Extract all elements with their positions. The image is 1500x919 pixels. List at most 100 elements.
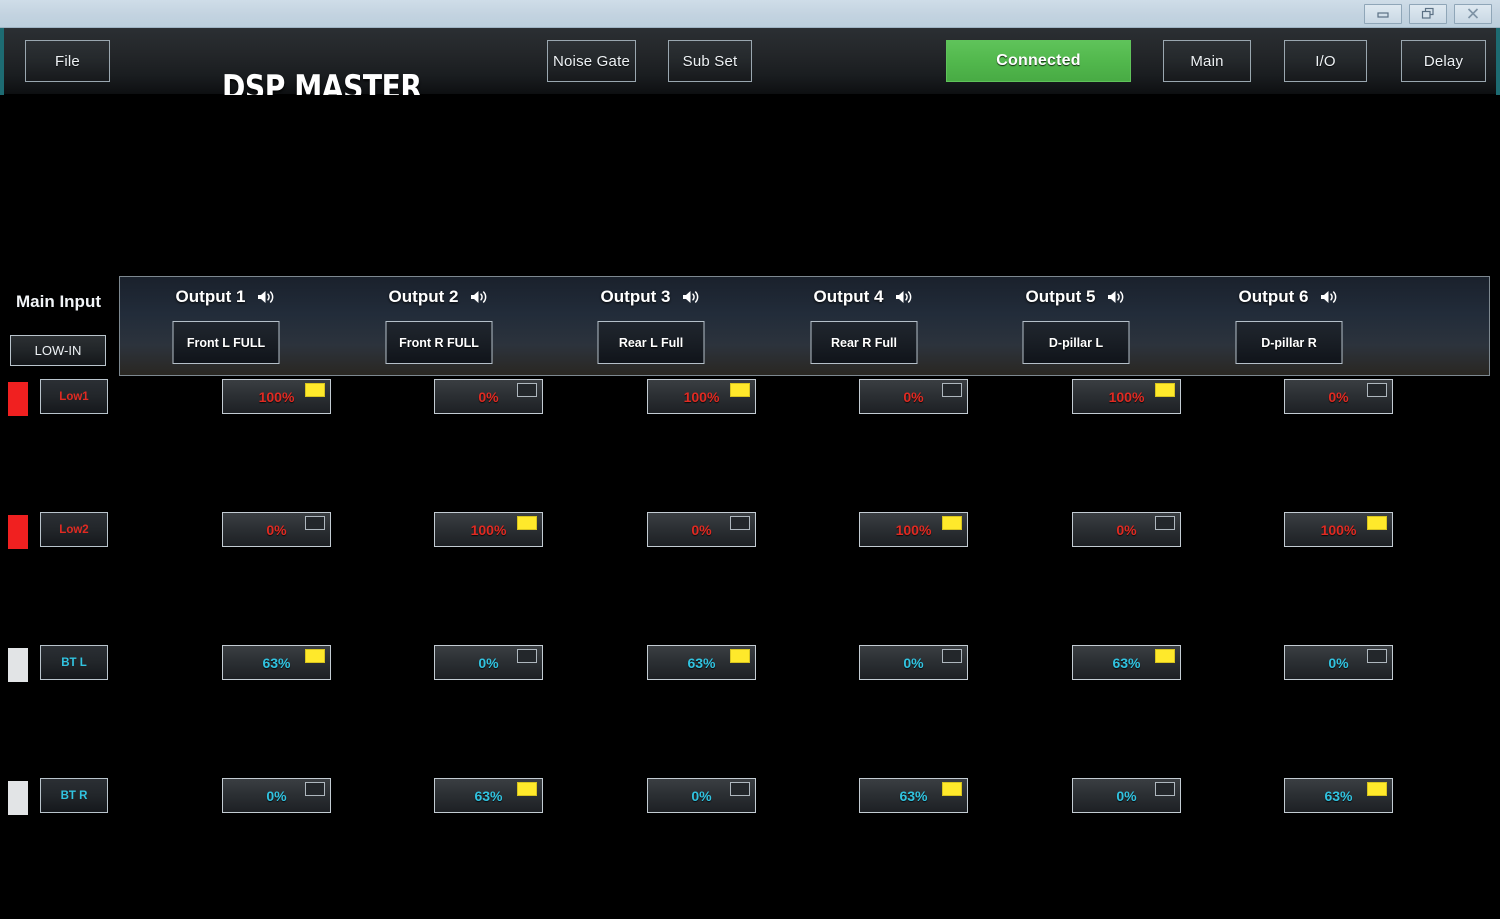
mix-level-cell[interactable]: 63% [1072, 645, 1181, 680]
main-tab-button[interactable]: Main [1163, 40, 1251, 82]
noise-gate-button[interactable]: Noise Gate [547, 40, 636, 82]
mix-active-indicator[interactable] [942, 782, 962, 796]
mix-active-indicator[interactable] [1155, 649, 1175, 663]
matrix-row: BT R 0% 63% 0% 63% 0% 63% [0, 778, 1500, 818]
output-name-button-5[interactable]: D-pillar L [1022, 321, 1130, 364]
toolbar-accent-left [0, 28, 4, 95]
mix-inactive-indicator[interactable] [1155, 516, 1175, 530]
mix-level-cell[interactable]: 0% [1072, 512, 1181, 547]
mix-active-indicator[interactable] [305, 383, 325, 397]
mix-active-indicator[interactable] [305, 649, 325, 663]
mix-level-cell[interactable]: 0% [859, 379, 968, 414]
file-button[interactable]: File [25, 40, 110, 82]
output-header-2: Output 2 [325, 287, 553, 307]
mix-level-cell[interactable]: 0% [222, 512, 331, 547]
speaker-icon[interactable] [895, 289, 914, 305]
output-title-2: Output 2 [388, 287, 459, 306]
mix-level-cell[interactable]: 63% [222, 645, 331, 680]
input-color-swatch[interactable] [8, 382, 28, 416]
mix-level-cell[interactable]: 63% [859, 778, 968, 813]
speaker-icon[interactable] [470, 289, 489, 305]
input-channel-button[interactable]: BT R [40, 778, 108, 813]
output-title-4: Output 4 [813, 287, 884, 306]
mix-inactive-indicator[interactable] [730, 782, 750, 796]
mix-level-cell[interactable]: 0% [1072, 778, 1181, 813]
mix-level-cell[interactable]: 0% [647, 778, 756, 813]
mix-active-indicator[interactable] [1155, 383, 1175, 397]
output-title-3: Output 3 [600, 287, 671, 306]
input-color-swatch[interactable] [8, 781, 28, 815]
output-header-1: Output 1 [112, 287, 340, 307]
mix-level-cell[interactable]: 63% [1284, 778, 1393, 813]
close-icon [1466, 7, 1480, 20]
mix-inactive-indicator[interactable] [730, 516, 750, 530]
mix-inactive-indicator[interactable] [517, 383, 537, 397]
close-button[interactable] [1454, 3, 1492, 24]
mix-level-cell[interactable]: 0% [1284, 379, 1393, 414]
matrix-row: BT L 63% 0% 63% 0% 63% 0% [0, 645, 1500, 685]
matrix-row: Low2 0% 100% 0% 100% 0% 100% [0, 512, 1500, 552]
speaker-icon[interactable] [1320, 289, 1339, 305]
toolbar-accent-right [1496, 28, 1500, 95]
mix-level-cell[interactable]: 0% [1284, 645, 1393, 680]
mix-level-cell[interactable]: 63% [647, 645, 756, 680]
mix-level-cell[interactable]: 100% [647, 379, 756, 414]
output-header-4: Output 4 [750, 287, 978, 307]
mix-level-cell[interactable]: 63% [434, 778, 543, 813]
mix-inactive-indicator[interactable] [942, 383, 962, 397]
mix-inactive-indicator[interactable] [305, 782, 325, 796]
mix-level-cell[interactable]: 0% [859, 645, 968, 680]
mix-level-cell[interactable]: 0% [647, 512, 756, 547]
mix-inactive-indicator[interactable] [517, 649, 537, 663]
speaker-icon[interactable] [1107, 289, 1126, 305]
mix-level-cell[interactable]: 100% [1072, 379, 1181, 414]
sub-set-button[interactable]: Sub Set [668, 40, 752, 82]
mix-inactive-indicator[interactable] [942, 649, 962, 663]
speaker-icon[interactable] [682, 289, 701, 305]
restore-icon [1421, 7, 1435, 20]
mix-level-cell[interactable]: 0% [434, 379, 543, 414]
mix-active-indicator[interactable] [942, 516, 962, 530]
mix-level-cell[interactable]: 100% [434, 512, 543, 547]
mix-level-cell[interactable]: 100% [222, 379, 331, 414]
input-color-swatch[interactable] [8, 648, 28, 682]
mix-inactive-indicator[interactable] [305, 516, 325, 530]
output-header-5: Output 5 [962, 287, 1190, 307]
io-tab-button[interactable]: I/O [1284, 40, 1367, 82]
output-name-button-6[interactable]: D-pillar R [1235, 321, 1343, 364]
output-name-button-2[interactable]: Front R FULL [385, 321, 493, 364]
mix-inactive-indicator[interactable] [1367, 649, 1387, 663]
output-title-6: Output 6 [1238, 287, 1309, 306]
output-header-3: Output 3 [537, 287, 765, 307]
input-channel-button[interactable]: Low2 [40, 512, 108, 547]
mix-active-indicator[interactable] [1367, 516, 1387, 530]
main-input-source-button[interactable]: LOW-IN [10, 335, 106, 366]
input-color-swatch[interactable] [8, 515, 28, 549]
mix-inactive-indicator[interactable] [1367, 383, 1387, 397]
input-channel-button[interactable]: BT L [40, 645, 108, 680]
input-channel-button[interactable]: Low1 [40, 379, 108, 414]
delay-tab-button[interactable]: Delay [1401, 40, 1486, 82]
mix-level-cell[interactable]: 0% [222, 778, 331, 813]
output-column-3: Output 3 Rear L Full [537, 277, 765, 377]
mix-inactive-indicator[interactable] [1155, 782, 1175, 796]
main-workspace: Main Input LOW-IN Output 1 Front L FULL Ou… [0, 95, 1500, 919]
mix-level-cell[interactable]: 100% [1284, 512, 1393, 547]
mix-active-indicator[interactable] [517, 782, 537, 796]
mix-active-indicator[interactable] [730, 649, 750, 663]
mix-level-cell[interactable]: 100% [859, 512, 968, 547]
connection-status-button[interactable]: Connected [946, 40, 1131, 82]
mix-level-cell[interactable]: 0% [434, 645, 543, 680]
output-name-button-1[interactable]: Front L FULL [172, 321, 280, 364]
mix-active-indicator[interactable] [517, 516, 537, 530]
mix-active-indicator[interactable] [730, 383, 750, 397]
restore-button[interactable] [1409, 3, 1447, 24]
output-name-button-3[interactable]: Rear L Full [597, 321, 705, 364]
dsp-master-window: File DSP MASTER Noise Gate Sub Set Conne… [0, 0, 1500, 919]
title-bar [0, 0, 1500, 28]
speaker-icon[interactable] [257, 289, 276, 305]
output-name-button-4[interactable]: Rear R Full [810, 321, 918, 364]
output-column-6: Output 6 D-pillar R [1175, 277, 1403, 377]
minimize-button[interactable] [1364, 3, 1402, 24]
mix-active-indicator[interactable] [1367, 782, 1387, 796]
